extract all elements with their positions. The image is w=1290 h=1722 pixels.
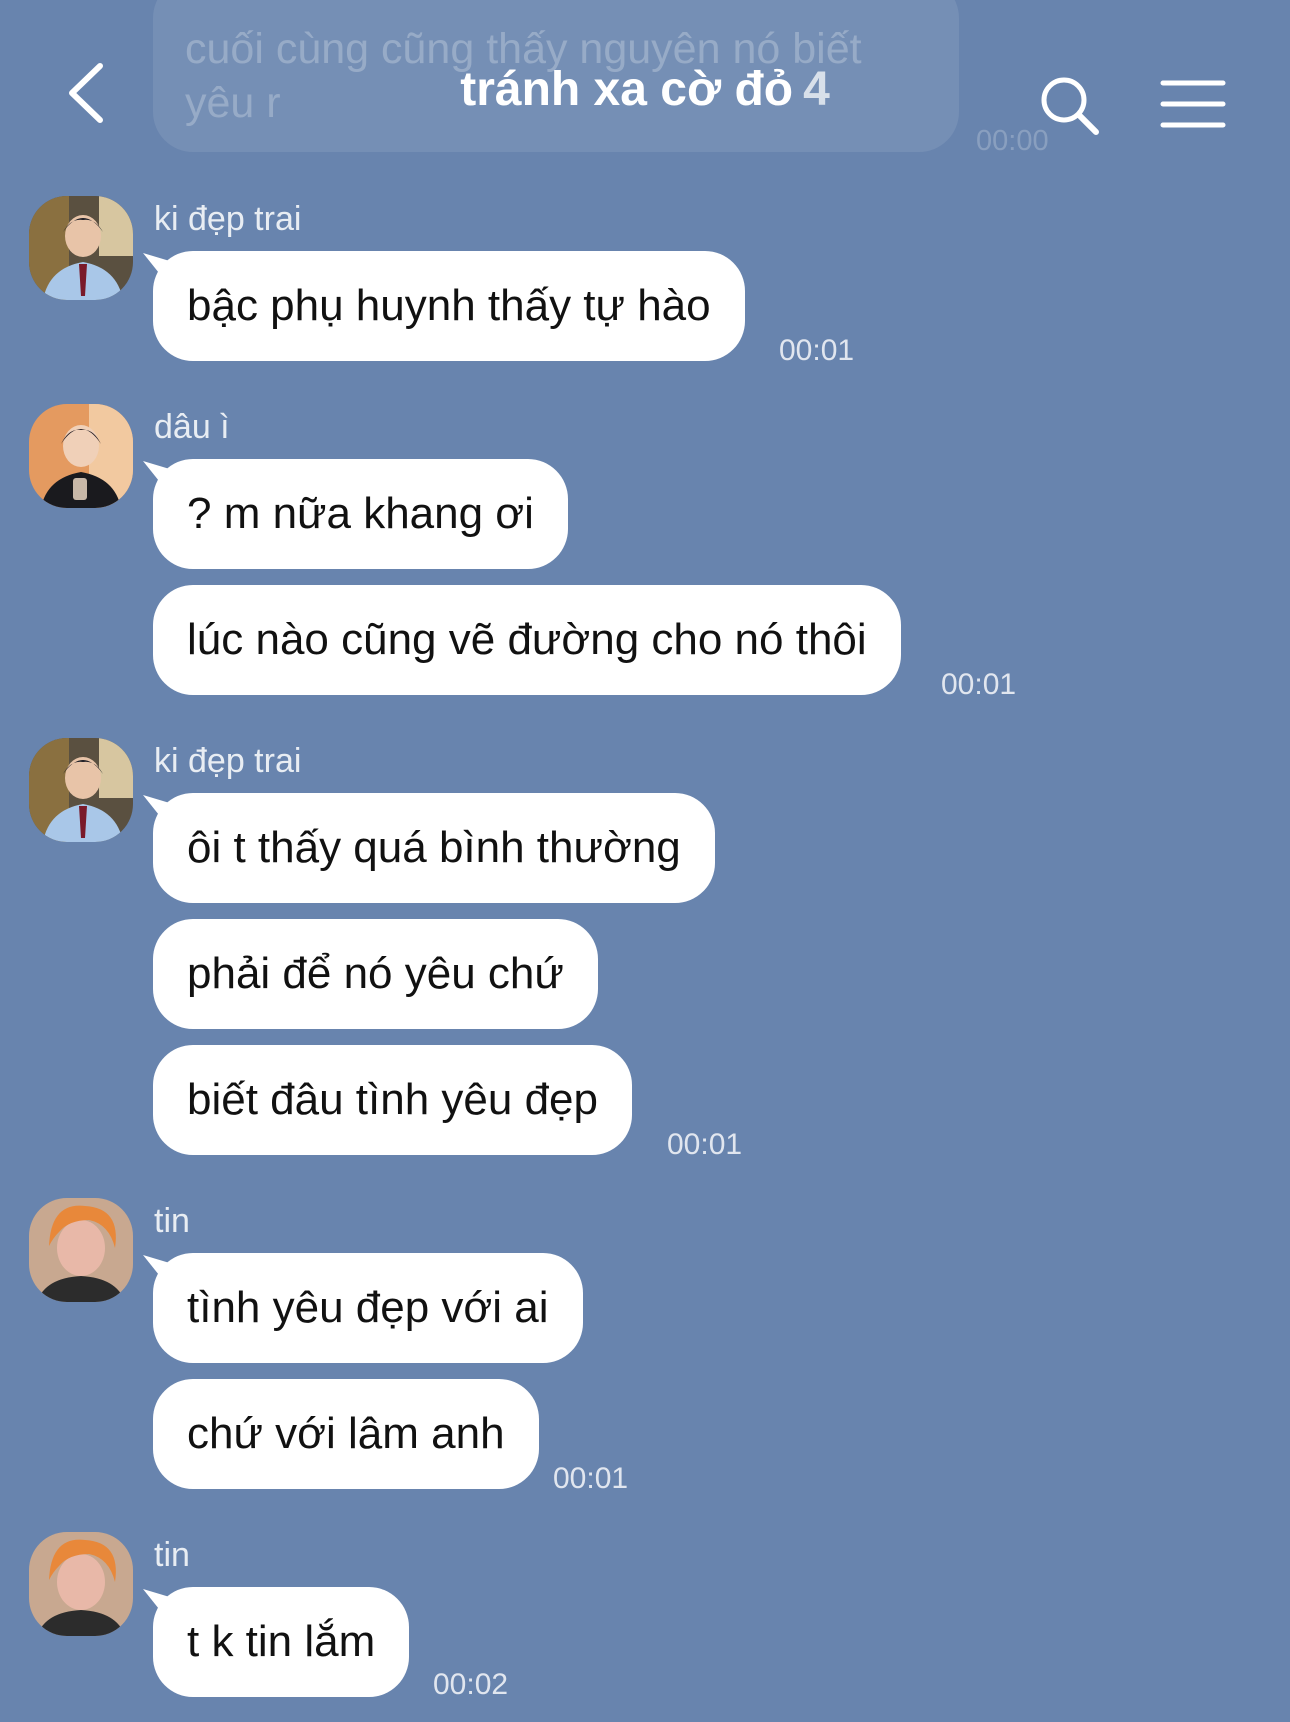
sender-name: ki đẹp trai (154, 200, 302, 238)
sender-name: dâu ì (154, 408, 230, 446)
message-time: 00:02 (433, 1668, 509, 1701)
message-bubble[interactable]: ôi t thấy quá bình thường (153, 793, 715, 903)
chat-name: tránh xa cờ đỏ (460, 63, 794, 116)
avatar-tin[interactable] (29, 1532, 133, 1636)
message-bubble[interactable]: bậc phụ huynh thấy tự hào (153, 251, 745, 361)
message-time: 00:01 (941, 668, 1017, 701)
message-time: 00:01 (553, 1462, 629, 1495)
avatar-tin[interactable] (29, 1198, 133, 1302)
search-icon (1041, 77, 1099, 135)
search-button[interactable] (1038, 74, 1102, 138)
message-bubble[interactable]: lúc nào cũng vẽ đường cho nó thôi (153, 585, 901, 695)
member-count: 4 (803, 63, 830, 116)
message-bubble[interactable]: tình yêu đẹp với ai (153, 1253, 583, 1363)
message-time: 00:01 (779, 334, 855, 367)
hamburger-menu-icon (1160, 80, 1226, 128)
avatar-ki-dep-trai[interactable] (29, 196, 133, 300)
avatar-ki-dep-trai[interactable] (29, 738, 133, 842)
message-bubble[interactable]: biết đâu tình yêu đẹp (153, 1045, 632, 1155)
message-time: 00:01 (667, 1128, 743, 1161)
avatar-dau-i[interactable] (29, 404, 133, 508)
sender-name: ki đẹp trai (154, 742, 302, 780)
message-bubble[interactable]: phải để nó yêu chứ (153, 919, 598, 1029)
message-bubble[interactable]: ? m nữa khang ơi (153, 459, 568, 569)
message-bubble[interactable]: t k tin lắm (153, 1587, 410, 1697)
menu-button[interactable] (1160, 78, 1226, 130)
message-bubble[interactable]: chứ với lâm anh (153, 1379, 539, 1489)
sender-name: tin (154, 1202, 190, 1240)
sender-name: tin (154, 1536, 190, 1574)
